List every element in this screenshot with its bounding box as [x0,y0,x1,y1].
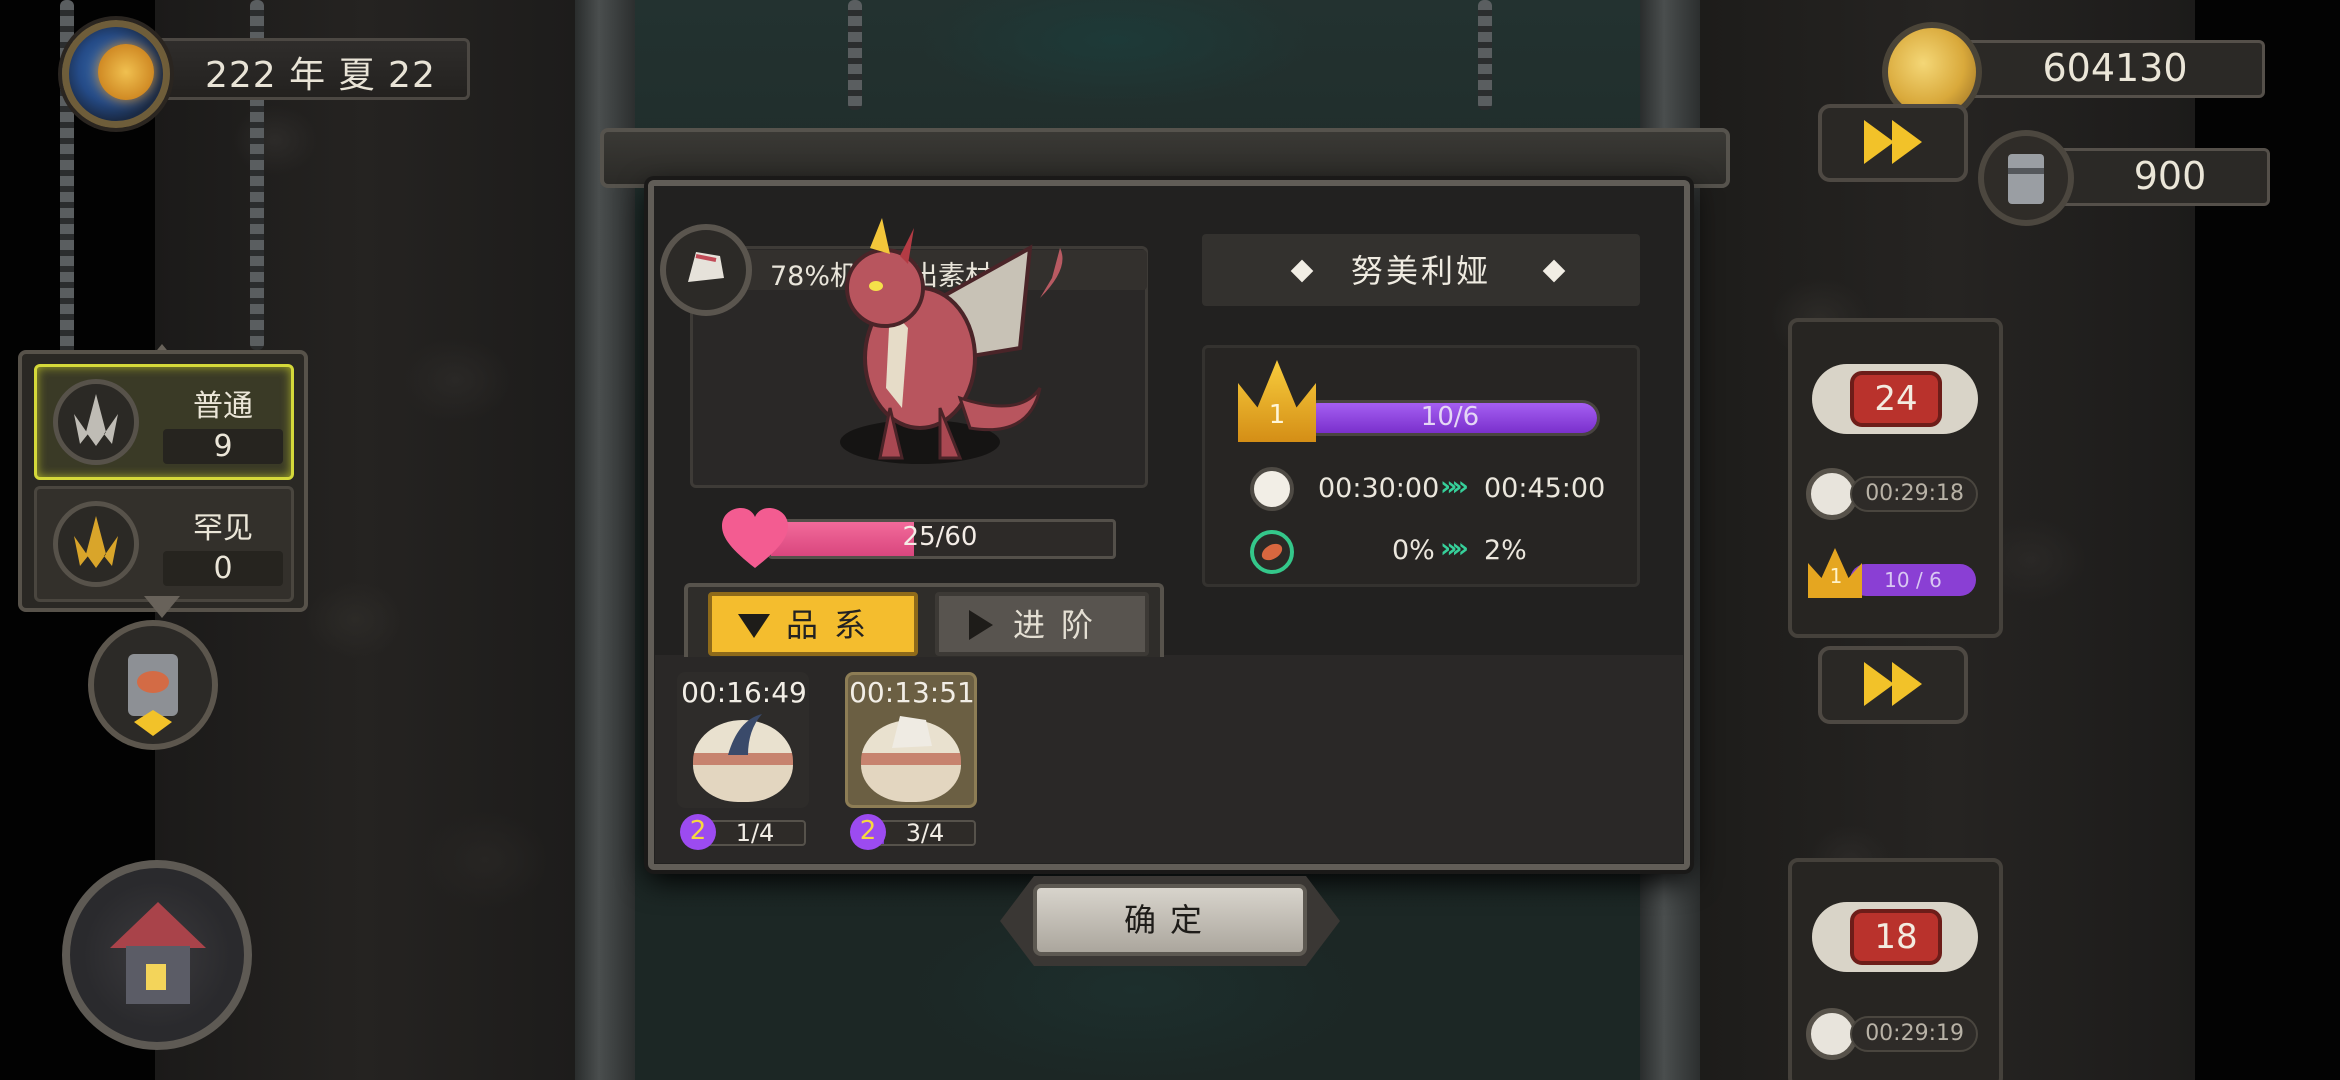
rarity-count: 9 [163,429,283,464]
triangle-right-icon [969,610,993,640]
side-level-progress: 10 / 6 [1850,564,1976,596]
affection-value: 25/60 [902,522,978,552]
dialog-top-ribbon [600,128,1730,188]
rarity-name: 罕见 [193,511,253,546]
clock-icon [1250,467,1294,511]
meat-rate-icon [1250,530,1294,574]
scroll-down-arrow-icon[interactable] [144,596,180,618]
bone-badge-number: 18 [1850,909,1942,965]
barrel-icon [1978,130,2074,226]
upgrade-arrows-icon: »» [1440,533,1469,564]
confirm-button[interactable]: 确定 [1033,884,1307,956]
triangle-down-icon [738,614,770,638]
tab-label: 进阶 [1013,606,1110,644]
horn-icon [728,714,762,755]
rarity-count: 0 [163,551,283,586]
time-next: 00:45:00 [1484,473,1606,504]
rate-current: 0% [1392,535,1435,566]
fast-forward-icon [1864,662,1894,706]
egg-timer: 00:13:51 [849,676,975,709]
speed-up-button[interactable] [1818,646,1968,724]
red-dragon-image [845,218,1063,460]
gold-amount: 604130 [2042,46,2188,90]
food-bucket-icon[interactable] [88,620,218,750]
rate-next: 2% [1484,535,1527,566]
side-timer: 00:29:19 [1850,1016,1978,1052]
tab-lineage[interactable]: 品系 [708,592,918,656]
egg-timer: 00:16:49 [681,676,807,709]
common-rarity-icon [53,379,139,465]
rarity-common-button[interactable]: 普通 9 [34,364,294,480]
egg-level-badge: 2 [850,814,886,850]
rarity-rare-button[interactable]: 罕见 0 [34,486,294,602]
bone-badge-number: 24 [1850,371,1942,427]
affection-bar-fill [771,522,914,556]
material-icon [892,716,932,748]
side-crown-level: 1 [1829,564,1843,588]
upgrade-arrows-icon: »» [1440,471,1469,502]
game-date: 222 年 夏 22 [205,55,436,96]
chain-decoration [1478,0,1492,110]
speed-up-button[interactable] [1818,104,1968,182]
material-icon [660,224,752,316]
tab-label: 品系 [786,606,883,644]
barrel-amount: 900 [2133,154,2207,198]
level-progress-text: 10/6 [1420,402,1480,432]
sun-season-icon [98,44,154,100]
fast-forward-icon [1892,120,1922,164]
side-timer: 00:29:18 [1850,476,1978,512]
dragon-name: 努美利娅 [1350,252,1491,290]
time-current: 00:30:00 [1318,473,1440,504]
rare-rarity-icon [53,501,139,587]
fast-forward-icon [1892,662,1922,706]
tab-advance[interactable]: 进阶 [935,592,1149,656]
crown-level: 1 [1268,400,1286,430]
fast-forward-icon [1864,120,1894,164]
home-house-button[interactable] [62,860,252,1050]
egg-level-badge: 2 [680,814,716,850]
chain-decoration [848,0,862,110]
rarity-name: 普通 [193,389,253,424]
